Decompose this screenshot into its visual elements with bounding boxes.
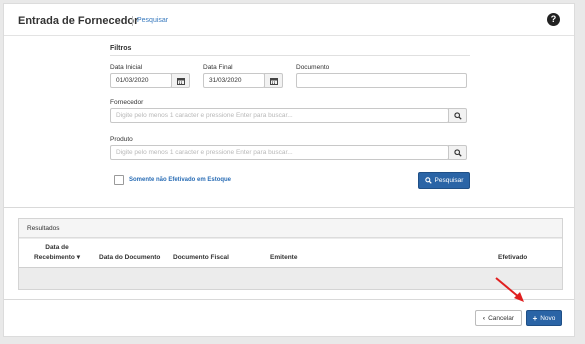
results-header: Resultados xyxy=(19,219,562,238)
page-header: Entrada de Fornecedor Pesquisar ? xyxy=(4,4,574,36)
new-button-label: Novo xyxy=(540,314,556,322)
col-emitente[interactable]: Emitente xyxy=(270,254,297,261)
data-final-input[interactable]: 31/03/2020 xyxy=(203,73,265,88)
filters-divider xyxy=(110,55,470,56)
annotation-arrow-icon xyxy=(495,277,524,302)
col-efetivado[interactable]: Efetivado xyxy=(498,254,527,261)
fornecedor-input[interactable]: Digite pelo menos 1 caracter e pressione… xyxy=(110,108,449,123)
data-inicial-label: Data Inicial xyxy=(110,64,143,71)
produto-input[interactable]: Digite pelo menos 1 caracter e pressione… xyxy=(110,145,449,160)
results-table-header: Data de Recebimento ▾ Data do Documento … xyxy=(19,239,562,268)
col-data-recebimento[interactable]: Data de Recebimento ▾ xyxy=(29,244,85,261)
pesquisar-button-label: Pesquisar xyxy=(434,177,464,184)
page-title: Entrada de Fornecedor xyxy=(18,15,139,27)
documento-input[interactable] xyxy=(296,73,467,88)
fornecedor-label: Fornecedor xyxy=(110,99,144,106)
results-panel: Resultados Data de Recebimento ▾ Data do… xyxy=(18,218,563,290)
documento-label: Documento xyxy=(296,64,330,71)
question-circle-icon[interactable]: ? xyxy=(547,13,560,26)
title-separator xyxy=(132,16,133,26)
results-title: Resultados xyxy=(27,225,60,232)
data-inicial-input[interactable]: 01/03/2020 xyxy=(110,73,172,88)
col-data-recebimento-line1: Data de xyxy=(45,244,69,251)
fornecedor-search-button[interactable] xyxy=(448,108,467,123)
pesquisar-button[interactable]: Pesquisar xyxy=(418,172,470,189)
chevron-left-icon: ‹ xyxy=(482,314,486,322)
produto-label: Produto xyxy=(110,136,133,143)
col-data-recebimento-line2: Recebimento xyxy=(34,254,75,261)
cancel-button[interactable]: ‹ Cancelar xyxy=(475,310,522,326)
produto-search-button[interactable] xyxy=(448,145,467,160)
col-documento-fiscal[interactable]: Documento Fiscal xyxy=(173,254,229,261)
section-divider xyxy=(4,207,574,208)
col-data-documento[interactable]: Data do Documento xyxy=(99,254,160,261)
search-icon xyxy=(453,111,462,120)
calendar-icon xyxy=(176,77,185,85)
search-link[interactable]: Pesquisar xyxy=(137,17,168,24)
plus-icon: + xyxy=(532,313,538,323)
search-icon xyxy=(453,148,462,157)
new-button[interactable]: + Novo xyxy=(526,310,562,326)
sort-down-icon: ▾ xyxy=(76,254,80,261)
footer-divider xyxy=(4,299,574,300)
cancel-button-label: Cancelar xyxy=(488,314,515,322)
filters-title: Filtros xyxy=(110,45,132,52)
calendar-button-final[interactable] xyxy=(264,73,283,88)
data-final-label: Data Final xyxy=(203,64,233,71)
calendar-icon xyxy=(269,77,278,85)
search-icon xyxy=(424,177,432,184)
calendar-button-inicial[interactable] xyxy=(171,73,190,88)
nao-efetivado-checkbox[interactable] xyxy=(114,175,124,185)
nao-efetivado-label[interactable]: Somente não Efetivado em Estoque xyxy=(129,177,231,183)
